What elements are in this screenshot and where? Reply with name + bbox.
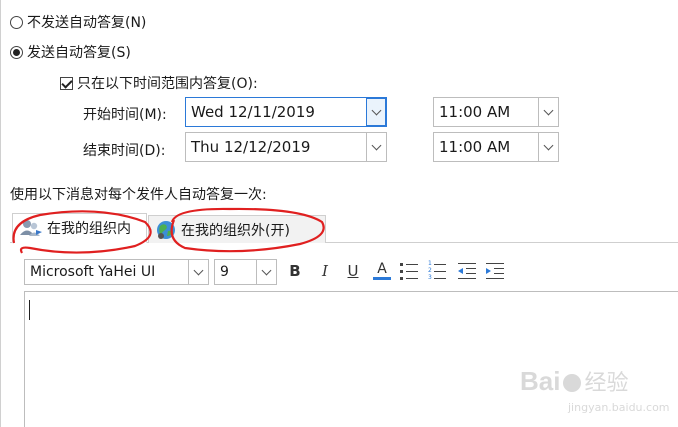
tab-inside-label: 在我的组织内: [47, 221, 131, 237]
start-date-dropdown[interactable]: [366, 98, 386, 126]
end-time-select[interactable]: 11:00 AM: [433, 132, 559, 162]
people-icon: [20, 220, 42, 236]
end-date-dropdown[interactable]: [366, 133, 386, 161]
watermark-brand: Bai: [520, 366, 561, 396]
decrease-indent-icon[interactable]: [458, 262, 476, 280]
numbered-list-icon[interactable]: 1 2 3: [428, 260, 446, 281]
start-time-dropdown[interactable]: [538, 98, 558, 126]
no-auto-reply-label: 不发送自动答复(N): [27, 15, 147, 31]
start-time-select[interactable]: 11:00 AM: [433, 97, 559, 127]
chevron-down-icon: [543, 140, 554, 151]
no-auto-reply-option[interactable]: 不发送自动答复(N): [10, 12, 146, 32]
chevron-down-icon: [371, 140, 382, 151]
send-auto-reply-label: 发送自动答复(S): [27, 45, 131, 61]
globe-icon: [157, 220, 175, 239]
watermark-suffix: 经验: [584, 371, 629, 396]
font-size-value: 9: [220, 264, 229, 280]
font-family-value: Microsoft YaHei UI: [30, 264, 156, 280]
message-instruction: 使用以下消息对每个发件人自动答复一次:: [10, 187, 267, 203]
chevron-down-icon: [371, 105, 381, 116]
send-auto-reply-radio[interactable]: [10, 45, 23, 59]
font-size-select[interactable]: 9: [214, 259, 277, 285]
baidu-watermark: Bai 经验: [520, 365, 628, 397]
tab-outside-organization[interactable]: 在我的组织外(开): [148, 215, 326, 243]
font-size-dropdown[interactable]: [256, 260, 276, 284]
time-range-option[interactable]: 只在以下时间范围内答复(O):: [60, 73, 258, 93]
font-color-button[interactable]: A: [372, 261, 392, 281]
time-range-checkbox[interactable]: [60, 76, 73, 90]
chevron-down-icon: [543, 105, 554, 116]
window-left-border: [0, 0, 1, 427]
end-time-dropdown[interactable]: [538, 133, 558, 161]
no-auto-reply-radio[interactable]: [10, 15, 23, 29]
watermark-url: jingyan.baidu.com: [568, 401, 670, 414]
increase-indent-icon[interactable]: [486, 262, 504, 280]
font-color-bar: [373, 277, 391, 280]
start-time-label: 开始时间(M):: [83, 107, 167, 123]
bold-button[interactable]: B: [285, 261, 305, 281]
font-family-select[interactable]: Microsoft YaHei UI: [24, 259, 209, 285]
start-time-value: 11:00 AM: [439, 103, 511, 121]
end-date-value: Thu 12/12/2019: [191, 138, 311, 156]
tab-outside-label: 在我的组织外(开): [181, 222, 290, 239]
font-color-letter: A: [377, 261, 387, 277]
italic-button[interactable]: I: [315, 261, 335, 281]
chevron-down-icon: [261, 265, 272, 276]
end-date-picker[interactable]: Thu 12/12/2019: [185, 132, 387, 162]
paw-icon: [563, 374, 582, 392]
bullet-list-icon[interactable]: [400, 262, 418, 280]
start-date-picker[interactable]: Wed 12/11/2019: [185, 97, 387, 127]
text-cursor: [29, 300, 30, 320]
start-date-value: Wed 12/11/2019: [191, 103, 315, 121]
end-time-value: 11:00 AM: [439, 138, 511, 156]
underline-button[interactable]: U: [343, 261, 363, 281]
time-range-label: 只在以下时间范围内答复(O):: [77, 76, 258, 92]
font-family-dropdown[interactable]: [188, 260, 208, 284]
send-auto-reply-option[interactable]: 发送自动答复(S): [10, 42, 131, 62]
chevron-down-icon: [193, 265, 204, 276]
end-time-label: 结束时间(D):: [83, 143, 166, 159]
tab-inside-organization[interactable]: 在我的组织内: [12, 213, 147, 243]
